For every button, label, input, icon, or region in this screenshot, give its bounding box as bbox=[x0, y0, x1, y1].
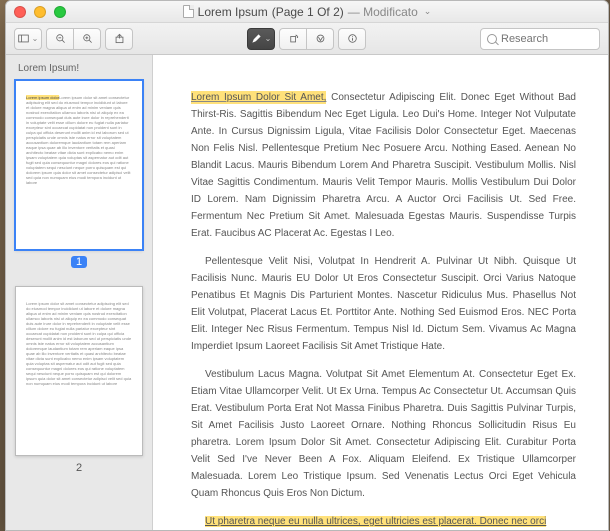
window-title[interactable]: Lorem Ipsum (Page 1 Of 2) — Modificato ⌄ bbox=[6, 5, 608, 19]
page-number-badge: 1 bbox=[71, 256, 87, 268]
title-modified: — Modificato bbox=[348, 5, 418, 19]
chevron-down-icon: ⌄ bbox=[265, 34, 272, 43]
paragraph-1[interactable]: Lorem Ipsum Dolor Sit Amet, Consectetur … bbox=[191, 89, 576, 242]
chevron-down-icon: ⌄ bbox=[424, 6, 432, 17]
zoom-out-icon bbox=[55, 33, 66, 44]
page-thumbnail-2[interactable]: Lorem ipsum dolor sit amet consectetur a… bbox=[15, 286, 143, 456]
traffic-lights bbox=[14, 6, 66, 18]
tool-group bbox=[279, 28, 334, 50]
highlight-button[interactable]: ⌄ bbox=[247, 28, 275, 50]
markup-button[interactable] bbox=[306, 28, 334, 50]
info-icon bbox=[347, 33, 358, 44]
page-1: Lorem Ipsum Dolor Sit Amet, Consectetur … bbox=[153, 55, 608, 530]
page-thumbnail-1[interactable]: Lorem ipsum dolorLorem ipsum dolor sit a… bbox=[15, 80, 143, 250]
document-icon bbox=[183, 5, 194, 18]
paragraph-3[interactable]: Vestibulum Lacus Magna. Volutpat Sit Ame… bbox=[191, 366, 576, 502]
paragraph-4[interactable]: Ut pharetra neque eu nulla ultrices, ege… bbox=[191, 513, 576, 530]
fullscreen-window-button[interactable] bbox=[54, 6, 66, 18]
share-button[interactable] bbox=[105, 28, 133, 50]
highlighted-text: Lorem Ipsum Dolor Sit Amet, bbox=[191, 91, 326, 104]
zoom-out-button[interactable] bbox=[46, 28, 74, 50]
markup-toolbox-icon bbox=[315, 33, 326, 44]
thumbnails-sidebar[interactable]: Lorem Ipsum! Lorem ipsum dolorLorem ipsu… bbox=[6, 55, 153, 530]
rotate-button[interactable] bbox=[279, 28, 307, 50]
sidebar-title: Lorem Ipsum! bbox=[14, 61, 144, 80]
sidebar-panels-icon bbox=[18, 33, 29, 44]
zoom-in-button[interactable] bbox=[73, 28, 101, 50]
document-view[interactable]: Lorem Ipsum Dolor Sit Amet, Consectetur … bbox=[153, 55, 608, 530]
chevron-down-icon: ⌄ bbox=[32, 34, 39, 43]
toolbar: ⌄ ⌄ bbox=[6, 23, 608, 55]
zoom-group bbox=[46, 28, 101, 50]
content-area: Lorem Ipsum! Lorem ipsum dolorLorem ipsu… bbox=[6, 55, 608, 530]
share-icon bbox=[114, 33, 125, 44]
highlighted-text: Ut pharetra neque eu nulla ultrices, ege… bbox=[205, 516, 546, 527]
search-field[interactable] bbox=[480, 28, 600, 50]
search-input[interactable] bbox=[501, 33, 591, 45]
minimize-window-button[interactable] bbox=[34, 6, 46, 18]
title-docname: Lorem Ipsum bbox=[198, 5, 268, 19]
page-number-label: 2 bbox=[71, 462, 87, 474]
body-text: Consectetur Adipiscing Elit. Donec Eget … bbox=[191, 92, 576, 239]
titlebar: Lorem Ipsum (Page 1 Of 2) — Modificato ⌄ bbox=[6, 1, 608, 23]
thumbnail-text: Lorem ipsum dolor sit amet consectetur a… bbox=[26, 301, 131, 386]
close-window-button[interactable] bbox=[14, 6, 26, 18]
pencil-icon bbox=[251, 33, 262, 44]
rotate-icon bbox=[288, 33, 299, 44]
title-pagecount: (Page 1 Of 2) bbox=[272, 5, 344, 19]
search-icon bbox=[487, 34, 497, 44]
thumbnail-text: Lorem ipsum dolor sit amet consectetur a… bbox=[26, 95, 131, 185]
view-mode-button[interactable]: ⌄ bbox=[14, 28, 42, 50]
zoom-in-icon bbox=[82, 33, 93, 44]
paragraph-2[interactable]: Pellentesque Velit Nisi, Volutpat In Hen… bbox=[191, 253, 576, 355]
app-window: Lorem Ipsum (Page 1 Of 2) — Modificato ⌄… bbox=[5, 0, 609, 531]
inspector-button[interactable] bbox=[338, 28, 366, 50]
